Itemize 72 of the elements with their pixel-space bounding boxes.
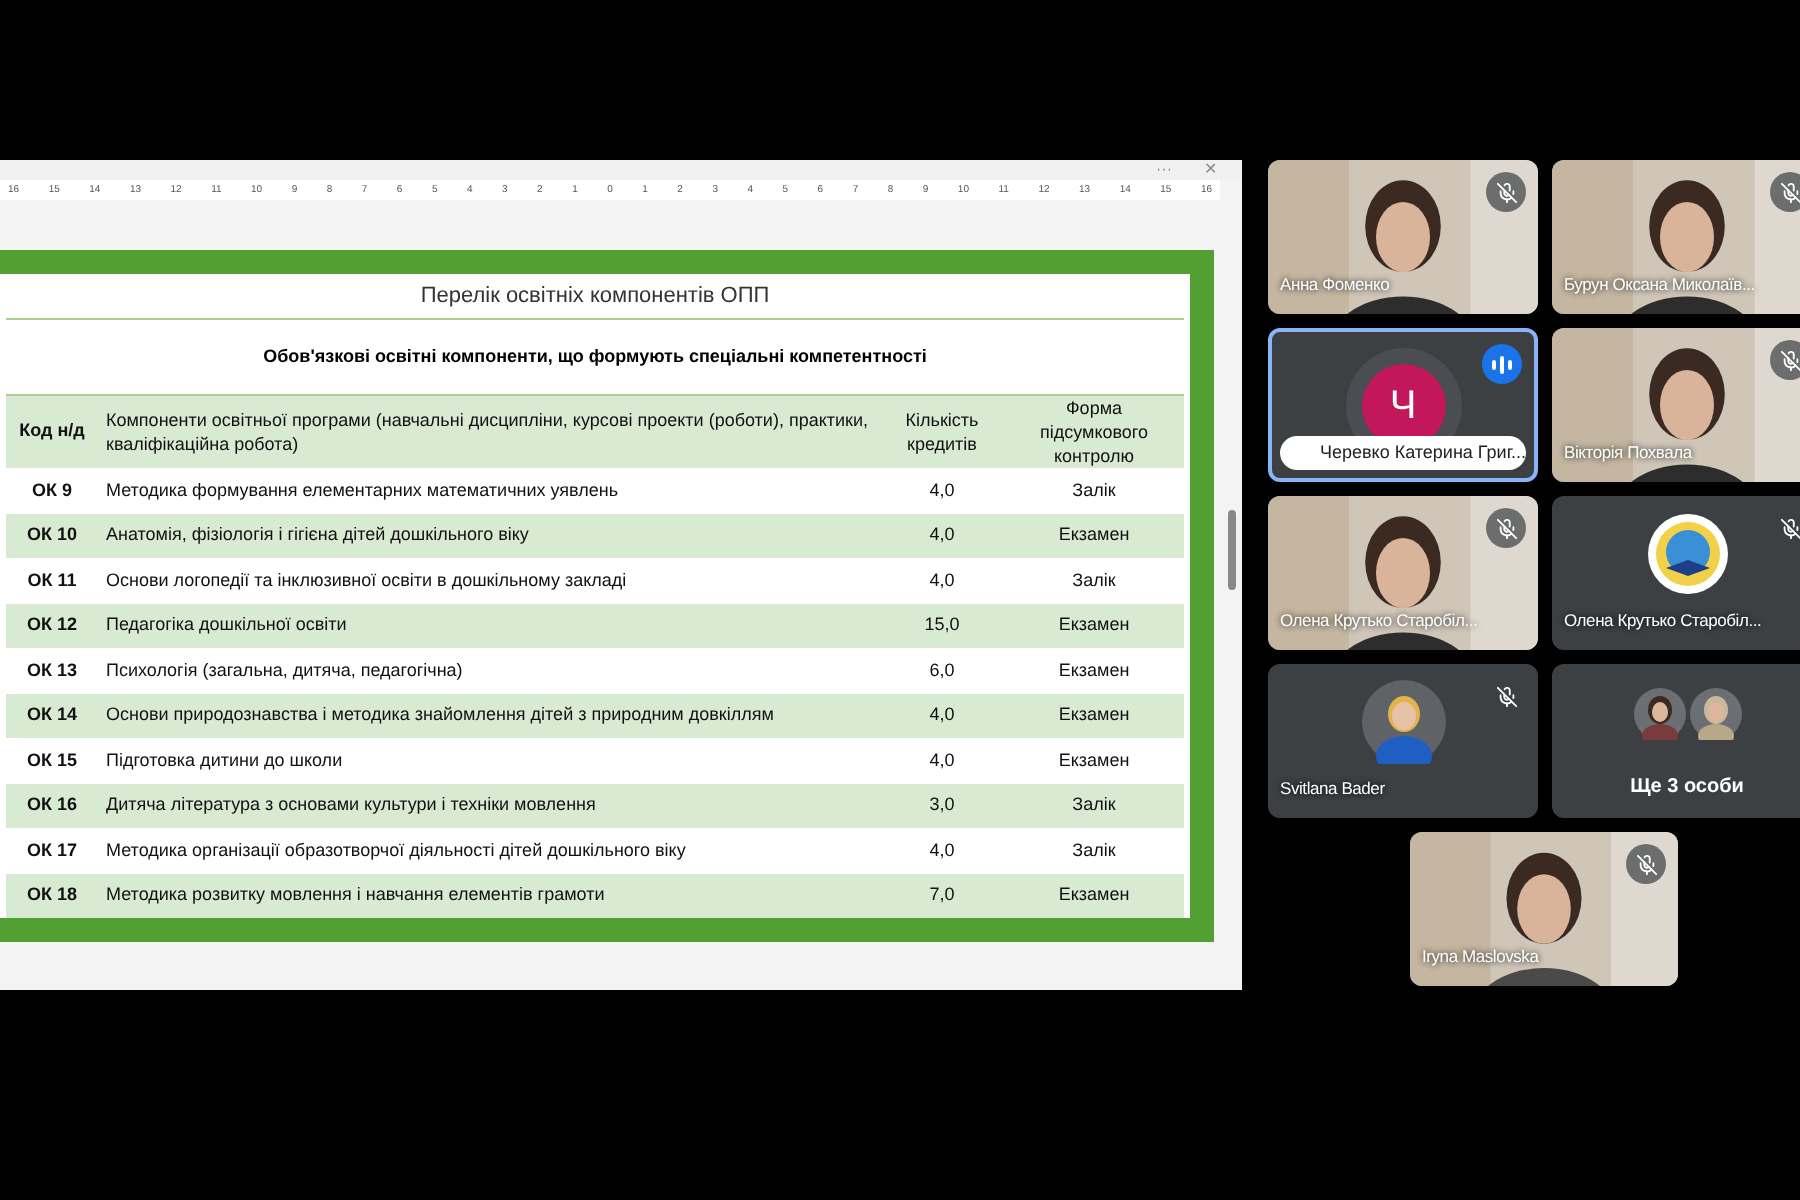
table-cell-text: 4,0: [927, 837, 957, 863]
table-cell-text: Екзамен: [1056, 612, 1132, 638]
table-cell-text: Анатомія, фізіологія і гігієна дітей дошкільного віку: [104, 522, 531, 548]
table-cell-text: Методика організації образотворчої діяльності дітей дошкільного віку: [104, 837, 688, 864]
table-cell-text: Методика розвитку мовлення і навчання елементів грамоти: [104, 882, 607, 908]
table-cell-text: Педагогіка дошкільної освіти: [104, 612, 349, 638]
name-label: Черевко Катерина Григ...: [1280, 436, 1526, 470]
table-cell-text: ОК 9: [30, 477, 74, 503]
column-header: Форма підсумкового контролю: [1037, 396, 1151, 468]
participant-name: Ще 3 особи: [1630, 774, 1744, 802]
table-cell-text: Екзамен: [1056, 522, 1132, 548]
table-cell-text: ОК 14: [24, 702, 79, 728]
participant-tile[interactable]: Вікторія Похвала: [1552, 328, 1800, 482]
table-cell-text: 4,0: [927, 702, 957, 728]
table-cell-text: ОК 18: [24, 882, 79, 908]
table-cell-text: Методика формування елементарних математичних уявлень: [104, 477, 621, 504]
table-cell-text: Залік: [1070, 567, 1118, 593]
participant-tile[interactable]: Ще 3 особи: [1552, 664, 1800, 818]
table-cell-text: Дитяча література з основами культури і техніки мовлення: [104, 792, 598, 818]
slide-title: Перелік освітніх компонентів ОПП: [420, 281, 770, 312]
table-cell-text: Екзамен: [1056, 882, 1132, 908]
scrollbar-thumb[interactable]: [1227, 510, 1235, 590]
table-cell-text: ОК 10: [24, 522, 79, 548]
table-cell-text: Психологія (загальна, дитяча, педагогічна): [104, 657, 465, 684]
table-cell-text: Залік: [1070, 837, 1118, 863]
table-cell-text: ОК 13: [24, 657, 79, 683]
table-cell-text: Екзамен: [1056, 657, 1132, 683]
table-cell-text: 6,0: [927, 657, 957, 683]
table-cell-text: Залік: [1070, 792, 1118, 818]
table-cell-text: Екзамен: [1056, 747, 1132, 773]
close-icon[interactable]: ✕: [1204, 158, 1218, 182]
table-cell-text: 4,0: [927, 747, 957, 773]
participant-tile[interactable]: Олена Крутько Старобіл...: [1552, 496, 1800, 650]
avatar: [1361, 680, 1445, 764]
table-cell-text: 3,0: [927, 792, 957, 818]
table-cell-text: Підготовка дитини до школи: [104, 747, 345, 774]
column-header: Кількість кредитів: [903, 408, 981, 456]
participant-name: Анна Фоменко: [1280, 272, 1390, 298]
table-cell-text: ОК 12: [24, 612, 79, 638]
participant-name: Вікторія Похвала: [1564, 440, 1692, 466]
participant-tile[interactable]: Iryna Maslovska: [1410, 832, 1678, 986]
column-header: Код н/д: [17, 418, 87, 445]
participant-name: Олена Крутько Старобіл...: [1564, 608, 1762, 634]
participant-tile[interactable]: Бурун Оксана Миколаїв...: [1552, 160, 1800, 314]
table-caption: Обов'язкові освітні компоненти, що формують спеціальні компетентності: [263, 343, 927, 370]
avatar: [1689, 688, 1741, 740]
participant-name: Бурун Оксана Миколаїв...: [1564, 272, 1755, 298]
table-cell-text: ОК 11: [25, 567, 79, 593]
participant-tile[interactable]: Олена Крутько Старобіл...: [1268, 496, 1538, 650]
table-cell-text: ОК 17: [24, 837, 79, 863]
participant-tile[interactable]: Svitlana Bader: [1268, 664, 1538, 818]
table-cell-text: ОК 16: [24, 792, 79, 818]
audio-level-icon: [1482, 344, 1522, 384]
participant-tile[interactable]: Ч Черевко Катерина Григ...: [1268, 328, 1538, 482]
table-cell-text: Екзамен: [1056, 702, 1132, 728]
participant-name: Svitlana Bader: [1280, 776, 1385, 802]
table-cell-text: 15,0: [922, 612, 962, 638]
table-cell-text: 4,0: [927, 567, 957, 593]
avatar: [1633, 688, 1685, 740]
table-cell-text: Залік: [1070, 477, 1118, 503]
more-icon[interactable]: ···: [1156, 158, 1172, 182]
table-cell-text: Основи логопедії та інклюзивної освіти в дошкільному закладі: [104, 567, 629, 594]
table-cell-text: 4,0: [927, 477, 957, 503]
participant-name: Олена Крутько Старобіл...: [1280, 608, 1478, 634]
participant-tile[interactable]: Анна Фоменко: [1268, 160, 1538, 314]
column-header: Компоненти освітньої програми (навчальні дисципліни, курсові проекти (роботи), практики, кваліфікаційна робота): [104, 408, 870, 456]
participant-name: Iryna Maslovska: [1422, 944, 1539, 970]
table-cell-text: 7,0: [927, 882, 957, 908]
emblem-icon: [1645, 512, 1729, 596]
table-cell-text: ОК 15: [24, 747, 79, 773]
table-cell-text: 4,0: [927, 522, 957, 548]
table-cell-text: Основи природознавства і методика знайомлення дітей з природним довкіллям: [104, 702, 776, 728]
